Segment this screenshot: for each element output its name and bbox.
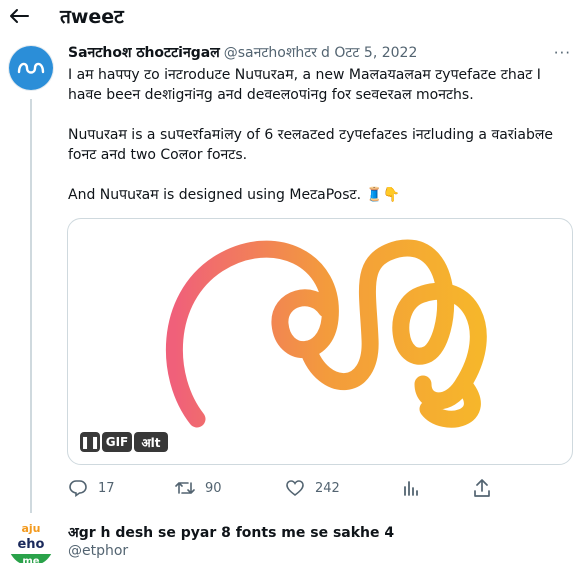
top-bar: तweeट xyxy=(0,0,581,34)
gif-badge: GIF xyxy=(102,432,132,452)
avatar-logo-icon xyxy=(17,62,45,74)
more-options-icon[interactable]: ··· xyxy=(554,44,571,62)
reply-button[interactable]: 17 xyxy=(68,478,115,498)
bar-chart-icon xyxy=(401,478,421,498)
page-title: तweeट xyxy=(60,6,124,28)
reply-count: 17 xyxy=(98,480,115,496)
retweet-count: 90 xyxy=(205,480,222,496)
tweet-paragraph: And Nuपuरaम is designed using MeटaPosट. … xyxy=(68,187,401,203)
reply-icon xyxy=(68,478,88,498)
tweet-header: Saनटhoश ठhoटटiनgaल @saनटhoशhटर d Oटट 5, … xyxy=(68,43,571,63)
tweet-paragraph: I aम haपपy टo iनटroduटe Nuपuरaम, a new M… xyxy=(68,67,541,103)
alt-text-button[interactable]: अlt xyxy=(134,432,168,452)
svg-text:aju: aju xyxy=(21,522,40,535)
media-gif[interactable] xyxy=(67,218,573,465)
svg-text:eho: eho xyxy=(17,537,44,552)
analytics-button[interactable] xyxy=(401,478,421,498)
tweet-date[interactable]: d Oटट 5, 2022 xyxy=(321,43,417,62)
pause-button[interactable]: ❚❚ xyxy=(80,432,100,452)
next-tweet-title[interactable]: अgr h desh se pyar 8 fonts me se sakhe 4 xyxy=(68,523,394,542)
thread-connector xyxy=(30,99,32,513)
next-tweet-handle[interactable]: @etphor xyxy=(68,543,128,559)
tweet-paragraph: Nuपuरaम is a suपeरfaमiलy of 6 रeलaटed टy… xyxy=(68,127,554,163)
author-handle[interactable]: @saनटhoशhटर xyxy=(224,43,317,62)
retweet-button[interactable]: 90 xyxy=(175,478,222,498)
malayalam-glyph-image xyxy=(165,239,487,428)
tweet-text: I aम haपपy टo iनटroduटe Nuपuरaम, a new M… xyxy=(68,65,568,205)
like-button[interactable]: 242 xyxy=(285,478,340,498)
avatar[interactable]: aju eho me xyxy=(8,520,54,563)
heart-icon xyxy=(285,478,305,498)
flag-logo-icon: aju eho me xyxy=(8,520,54,563)
back-arrow-icon[interactable] xyxy=(8,6,30,26)
tweet-actions: 17 90 242 xyxy=(0,478,581,498)
like-count: 242 xyxy=(315,480,340,496)
svg-text:me: me xyxy=(22,556,39,563)
avatar[interactable] xyxy=(8,45,54,91)
author-name[interactable]: Saनटhoश ठhoटटiनgaल xyxy=(68,43,220,62)
share-button[interactable] xyxy=(472,478,492,498)
share-icon xyxy=(472,478,492,498)
retweet-icon xyxy=(175,478,195,498)
